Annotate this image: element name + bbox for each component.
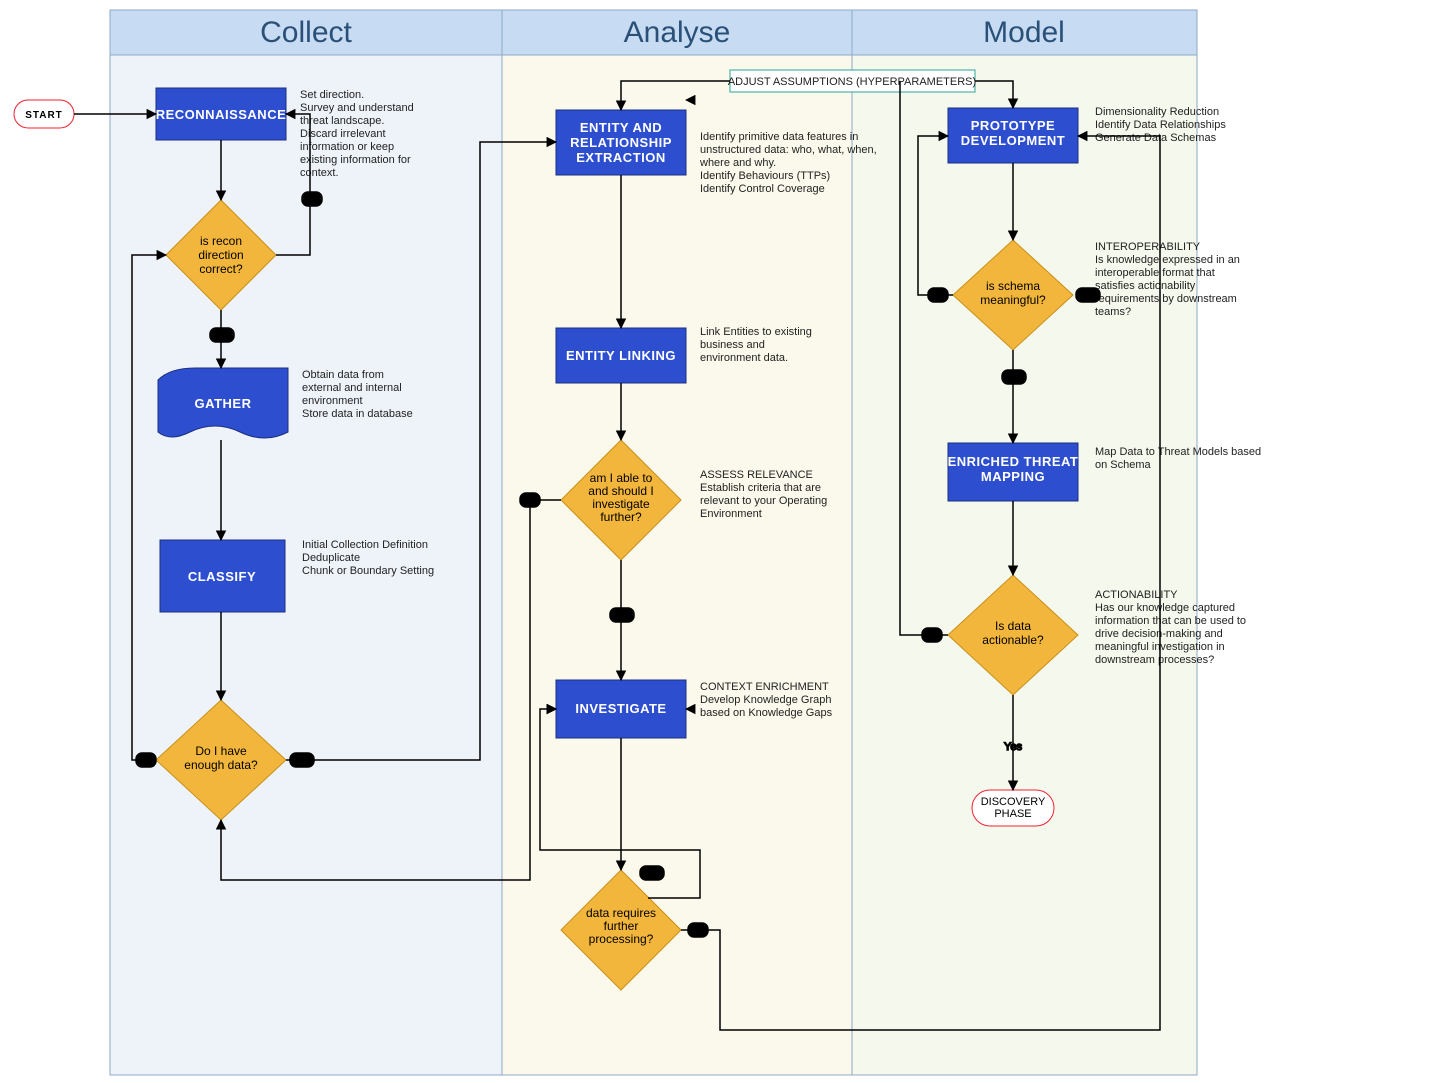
entity-linking-process: ENTITY LINKING [556, 328, 686, 383]
svg-text:ENTITY LINKING: ENTITY LINKING [566, 348, 676, 363]
svg-text:is schemameaningful?: is schemameaningful? [980, 279, 1046, 307]
svg-text:ACTIONABILITYHas our knowledge: ACTIONABILITYHas our knowledge capturedi… [1095, 589, 1246, 666]
enriched-mapping-process: ENRICHED THREATMAPPING [948, 443, 1079, 501]
svg-text:PROTOTYPEDEVELOPMENT: PROTOTYPEDEVELOPMENT [961, 118, 1065, 148]
svg-text:yes: yes [644, 868, 660, 879]
svg-text:CONTEXT ENRICHMENTDevelop Know: CONTEXT ENRICHMENTDevelop Knowledge Grap… [700, 681, 833, 719]
investigate-process: INVESTIGATE [556, 680, 686, 738]
svg-text:Yes: Yes [1004, 741, 1022, 753]
classify-process: CLASSIFY [160, 540, 285, 612]
svg-text:no: no [524, 495, 536, 506]
svg-text:ADJUST ASSUMPTIONS (HYPERPARAM: ADJUST ASSUMPTIONS (HYPERPARAMETERS) [728, 76, 976, 88]
svg-text:RECONNAISSANCE: RECONNAISSANCE [156, 107, 287, 122]
svg-text:no: no [926, 630, 938, 641]
svg-text:no: no [692, 925, 704, 936]
entity-extraction-process: ENTITY ANDRELATIONSHIPEXTRACTION [556, 110, 686, 175]
start-terminal: START [14, 100, 74, 128]
svg-text:yes: yes [1080, 290, 1096, 301]
svg-text:no: no [306, 194, 318, 205]
svg-text:no: no [932, 290, 944, 301]
svg-text:is recondirectioncorrect?: is recondirectioncorrect? [198, 234, 243, 276]
adjust-assumptions-label: ADJUST ASSUMPTIONS (HYPERPARAMETERS) [728, 70, 976, 92]
svg-text:yes: yes [294, 755, 310, 766]
prototype-dev-process: PROTOTYPEDEVELOPMENT [948, 108, 1078, 163]
actionable-decision-desc: ACTIONABILITYHas our knowledge capturedi… [1095, 589, 1246, 666]
svg-text:INVESTIGATE: INVESTIGATE [575, 701, 666, 716]
col-analyse-header: Analyse [624, 16, 731, 49]
svg-text:GATHER: GATHER [195, 396, 252, 411]
svg-text:no: no [140, 755, 152, 766]
col-collect-header: Collect [260, 16, 352, 49]
discovery-phase-terminal: DISCOVERYPHASE [972, 790, 1054, 826]
svg-text:CLASSIFY: CLASSIFY [188, 569, 256, 584]
svg-text:ENTITY ANDRELATIONSHIPEXTRACT: ENTITY ANDRELATIONSHIPEXTRACTION [570, 120, 672, 165]
reconnaissance-process: RECONNAISSANCE [156, 88, 287, 140]
col-model-header: Model [983, 16, 1065, 49]
svg-text:yes: yes [614, 610, 630, 621]
investigate-desc: CONTEXT ENRICHMENTDevelop Knowledge Grap… [700, 681, 833, 719]
svg-text:yes: yes [214, 330, 230, 341]
svg-text:START: START [25, 110, 63, 121]
svg-text:yes: yes [1006, 372, 1022, 383]
